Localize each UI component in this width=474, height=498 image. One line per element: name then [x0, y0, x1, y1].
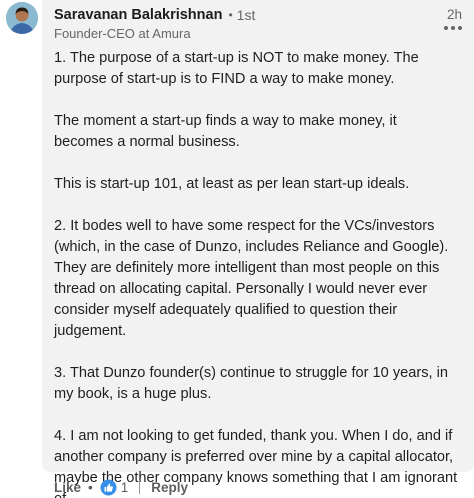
avatar-image	[6, 2, 38, 34]
like-button[interactable]: Like	[54, 480, 81, 495]
degree-separator: •	[228, 8, 233, 22]
reply-button[interactable]: Reply	[151, 480, 188, 495]
author-name[interactable]: Saravanan Balakrishnan	[54, 7, 222, 23]
comment-paragraph: 2. It bodes well to have some respect fo…	[54, 218, 449, 339]
comment-bubble: Saravanan Balakrishnan • 1st Founder-CEO…	[42, 0, 474, 498]
connection-degree: 1st	[236, 7, 256, 23]
reaction-count: 1	[120, 479, 129, 495]
comment-paragraph: 3. That Dunzo founder(s) continue to str…	[54, 365, 448, 402]
author-row: Saravanan Balakrishnan • 1st	[54, 7, 462, 23]
comment-header: Saravanan Balakrishnan • 1st Founder-CEO…	[54, 7, 462, 43]
comment-paragraph: The moment a start-up finds a way to mak…	[54, 113, 397, 150]
actions-divider	[139, 480, 141, 494]
comment-text: 1. The purpose of a start-up is NOT to m…	[54, 48, 460, 498]
actions-separator: •	[88, 479, 93, 495]
comment-actions: Like • 1 Reply	[54, 477, 188, 497]
author-headline: Founder-CEO at Amura	[54, 26, 191, 41]
author-avatar[interactable]	[6, 2, 38, 34]
comment-paragraph: This is start-up 101, at least as per le…	[54, 176, 410, 192]
comment-paragraph: 1. The purpose of a start-up is NOT to m…	[54, 50, 419, 87]
comment-timestamp: 2h	[446, 7, 462, 22]
more-options-icon[interactable]	[444, 26, 462, 30]
thumbs-up-icon	[100, 479, 117, 495]
reactions-summary[interactable]: 1	[100, 479, 129, 496]
